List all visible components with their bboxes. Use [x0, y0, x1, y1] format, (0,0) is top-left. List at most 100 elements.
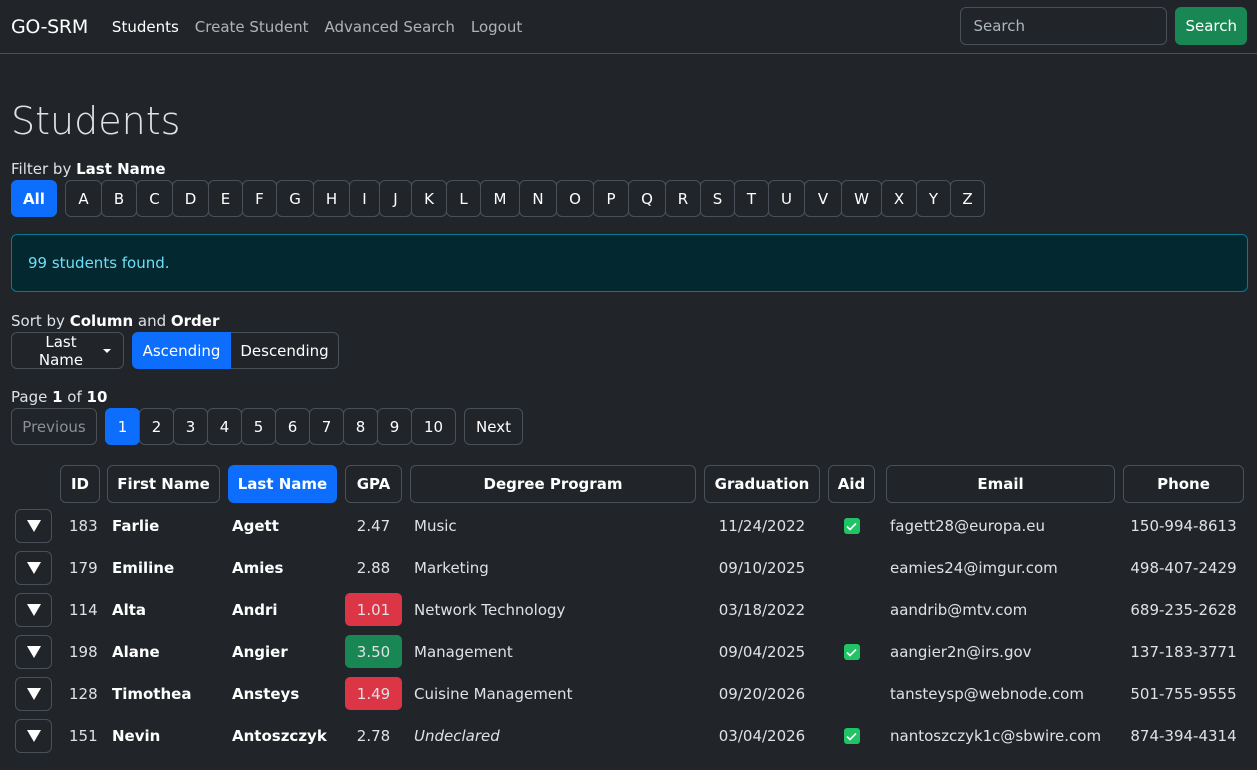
page-button-7[interactable]: 7 — [309, 408, 344, 445]
expand-row-button[interactable] — [15, 593, 52, 627]
results-count-text: 99 students found. — [28, 254, 170, 272]
cell-id: 151 — [69, 727, 98, 745]
page-button-4[interactable]: 4 — [207, 408, 242, 445]
sort-controls: Last Name Ascending Descending — [11, 332, 1248, 369]
filter-letter-m[interactable]: M — [480, 180, 520, 217]
page-button-8[interactable]: 8 — [343, 408, 378, 445]
nav-link-students[interactable]: Students — [112, 18, 179, 36]
filter-letter-u[interactable]: U — [768, 180, 805, 217]
filter-letter-i[interactable]: I — [349, 180, 380, 217]
pagination: Previous 1 2 3 4 5 6 7 8 9 10 Next — [11, 408, 1248, 445]
filter-letter-c[interactable]: C — [136, 180, 173, 217]
current-page-number: 1 — [52, 388, 63, 406]
filter-letter-e[interactable]: E — [208, 180, 243, 217]
page-label-of: of — [62, 388, 87, 406]
filter-letter-l[interactable]: L — [446, 180, 481, 217]
filter-letter-b[interactable]: B — [101, 180, 137, 217]
sort-ascending-button[interactable]: Ascending — [132, 332, 231, 369]
triangle-down-icon — [26, 520, 41, 532]
table-body: 183 Farlie Agett 2.47 Music 11/24/2022 fagett2… — [11, 505, 1248, 757]
expand-row-button[interactable] — [15, 677, 52, 711]
filter-letter-k[interactable]: K — [411, 180, 447, 217]
cell-phone: 501-755-9555 — [1130, 685, 1237, 703]
cell-graduation: 09/04/2025 — [718, 643, 806, 661]
page-button-10[interactable]: 10 — [411, 408, 456, 445]
cell-last-name: Antoszczyk — [232, 727, 327, 745]
cell-phone: 689-235-2628 — [1130, 601, 1237, 619]
sort-descending-button[interactable]: Descending — [231, 332, 339, 369]
sort-column-dropdown[interactable]: Last Name — [11, 332, 124, 369]
filter-letter-j[interactable]: J — [379, 180, 412, 217]
table-row: 151 Nevin Antoszczyk 2.78 Undeclared 03/04/20… — [11, 715, 1248, 757]
cell-aid — [828, 589, 875, 631]
column-header-last-name[interactable]: Last Name — [228, 465, 337, 503]
page-button-2[interactable]: 2 — [139, 408, 174, 445]
cell-email: tansteysp@webnode.com — [890, 685, 1084, 703]
page-button-9[interactable]: 9 — [377, 408, 412, 445]
filter-letter-t[interactable]: T — [734, 180, 769, 217]
nav-link-advanced-search[interactable]: Advanced Search — [324, 18, 454, 36]
table-row: 114 Alta Andri 1.01 Network Technology 03/18/… — [11, 589, 1248, 631]
sort-label-order: Order — [170, 312, 220, 330]
filter-letter-a[interactable]: A — [65, 180, 102, 217]
search-button[interactable]: Search — [1175, 7, 1247, 45]
filter-letter-n[interactable]: N — [519, 180, 557, 217]
filter-letter-z[interactable]: Z — [950, 180, 985, 217]
filter-letter-f[interactable]: F — [242, 180, 277, 217]
nav-link-logout[interactable]: Logout — [471, 18, 522, 36]
nav-link-create-student[interactable]: Create Student — [195, 18, 309, 36]
filter-letter-x[interactable]: X — [881, 180, 917, 217]
checkmark-icon — [843, 644, 860, 660]
cell-email: aandrib@mtv.com — [890, 601, 1028, 619]
expand-row-button[interactable] — [15, 635, 52, 669]
cell-last-name: Agett — [232, 517, 279, 535]
filter-letter-d[interactable]: D — [172, 180, 209, 217]
cell-email: nantoszczyk1c@sbwire.com — [890, 727, 1102, 745]
filter-all-button[interactable]: All — [11, 180, 57, 217]
filter-letter-p[interactable]: P — [593, 180, 629, 217]
column-header-gpa[interactable]: GPA — [345, 465, 402, 503]
filter-letter-q[interactable]: Q — [628, 180, 666, 217]
column-header-first-name[interactable]: First Name — [107, 465, 220, 503]
triangle-down-icon — [26, 688, 41, 700]
brand-logo[interactable]: GO-SRM — [11, 16, 88, 38]
filter-letter-r[interactable]: R — [665, 180, 701, 217]
search-input[interactable] — [960, 7, 1168, 45]
caret-down-icon — [103, 348, 111, 353]
filter-letter-s[interactable]: S — [700, 180, 735, 217]
gpa-badge-low: 1.49 — [345, 677, 402, 710]
filter-letter-o[interactable]: O — [556, 180, 594, 217]
filter-letter-g[interactable]: G — [276, 180, 314, 217]
cell-first-name: Emiline — [112, 559, 175, 577]
filter-letter-v[interactable]: V — [804, 180, 842, 217]
expand-row-button[interactable] — [15, 509, 52, 543]
column-header-phone[interactable]: Phone — [1123, 465, 1244, 503]
filter-letter-h[interactable]: H — [313, 180, 350, 217]
filter-letter-y[interactable]: Y — [916, 180, 951, 217]
page-button-6[interactable]: 6 — [275, 408, 310, 445]
column-header-graduation[interactable]: Graduation — [704, 465, 820, 503]
column-header-id[interactable]: ID — [60, 465, 100, 503]
filter-letter-w[interactable]: W — [841, 180, 882, 217]
gpa-badge-low: 1.01 — [345, 593, 402, 626]
cell-id: 128 — [69, 685, 98, 703]
column-header-degree-program[interactable]: Degree Program — [410, 465, 696, 503]
cell-gpa: 2.88 — [356, 559, 391, 577]
triangle-down-icon — [26, 646, 41, 658]
page-button-5[interactable]: 5 — [241, 408, 276, 445]
page-title: Students — [11, 99, 181, 143]
page-button-3[interactable]: 3 — [173, 408, 208, 445]
table-row: 183 Farlie Agett 2.47 Music 11/24/2022 fagett2… — [11, 505, 1248, 547]
letter-filter-group: All ABCDEFGHIJKLMNOPQRSTUVWXYZ — [11, 180, 1248, 217]
next-page-button[interactable]: Next — [464, 408, 523, 445]
expand-row-button[interactable] — [15, 551, 52, 585]
previous-page-button[interactable]: Previous — [11, 408, 97, 445]
column-header-aid[interactable]: Aid — [828, 465, 875, 503]
page-button-1[interactable]: 1 — [105, 408, 140, 445]
column-header-email[interactable]: Email — [886, 465, 1115, 503]
cell-aid — [828, 715, 875, 757]
expand-row-button[interactable] — [15, 719, 52, 753]
triangle-down-icon — [26, 562, 41, 574]
gpa-badge-high: 3.50 — [345, 635, 402, 668]
nav-search-form: Search — [960, 7, 1247, 45]
